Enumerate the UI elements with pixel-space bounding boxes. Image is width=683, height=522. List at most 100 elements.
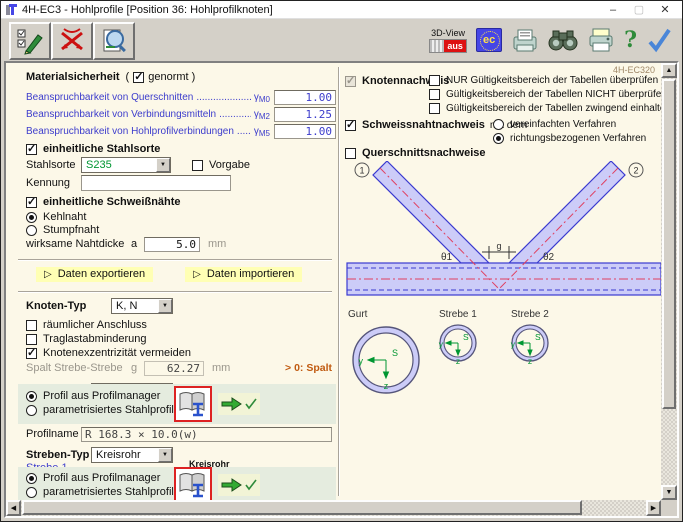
eurocode-icon[interactable]: ec xyxy=(476,28,502,52)
discard-button[interactable] xyxy=(51,22,93,60)
gamma-m2-field[interactable]: 1.25 xyxy=(274,107,336,122)
brace2-shape xyxy=(509,161,625,263)
joint-diagram: g θ1 θ2 1 2 Gurt xyxy=(343,161,661,406)
chevron-down-icon[interactable]: ▼ xyxy=(158,448,172,462)
profilname-row: Profilname R 168.3 × 10.0(w) xyxy=(26,428,332,440)
gamma-m0-label: Beanspruchbarkeit von Querschnitten xyxy=(26,92,193,103)
traglast-label: Traglastabminderung xyxy=(43,333,147,345)
export-button[interactable]: ▷ Daten exportieren xyxy=(36,267,153,282)
view3d-state: aus xyxy=(444,40,466,52)
raeumlich-row: räumlicher Anschluss xyxy=(26,319,147,331)
strebe-parametrisiert-label: parametrisiertes Stahlprofil xyxy=(43,486,174,498)
close-button[interactable]: ✕ xyxy=(652,2,678,18)
traglast-checkbox[interactable] xyxy=(26,334,37,345)
stahlsorte-dropdown[interactable]: S235 ▼ xyxy=(81,157,171,173)
gurt-axis-y: y xyxy=(359,356,364,366)
scroll-left-button[interactable]: ◀ xyxy=(6,500,21,516)
strebe2-axis-z: z xyxy=(528,356,532,366)
gurt-parametrisiert-radio[interactable] xyxy=(26,405,37,416)
kennung-input[interactable] xyxy=(81,175,231,191)
verfahren2-row: richtungsbezogenen Verfahren xyxy=(493,133,646,144)
vertical-scrollbar[interactable]: ▲ ▼ xyxy=(661,63,677,500)
strebe-parametrisiert-radio[interactable] xyxy=(26,487,37,498)
strebe-manager-row: Profil aus Profilmanager xyxy=(26,472,160,484)
stumpfnaht-radio[interactable] xyxy=(26,225,37,236)
form-panel: 4H-EC320 Materialsicherheit ( genormt ) … xyxy=(6,63,661,500)
import-button[interactable]: ▷ Daten importieren xyxy=(185,267,302,282)
knoten-typ-row: Knoten-Typ K, N ▼ xyxy=(26,300,326,312)
kn-opt2-checkbox[interactable] xyxy=(429,89,440,100)
knoten-typ-dropdown[interactable]: K, N ▼ xyxy=(111,298,173,314)
confirm-check-icon[interactable] xyxy=(646,27,672,53)
kehlnaht-row: Kehlnaht xyxy=(26,211,86,223)
gurt-manager-row: Profil aus Profilmanager xyxy=(26,390,160,402)
chevron-down-icon[interactable]: ▼ xyxy=(156,158,170,172)
schweissnaehte-checkbox[interactable] xyxy=(26,197,37,208)
richtungsbezogen-radio[interactable] xyxy=(493,133,504,144)
gurt-parametrisiert-label: parametrisiertes Stahlprofil xyxy=(43,404,174,416)
schweissnaehte-check-label: einheitliche Schweißnähte xyxy=(43,196,181,208)
kn-opt3-checkbox[interactable] xyxy=(429,103,440,114)
scroll-right-button[interactable]: ▶ xyxy=(646,500,661,516)
genormt-checkbox[interactable] xyxy=(133,72,144,83)
strebe-param-row: parametrisiertes Stahlprofil xyxy=(26,486,174,498)
kn-opt3-label: Gültigkeitsbereich der Tabellen zwingend… xyxy=(446,103,661,114)
nahtdicke-field[interactable]: 5.0 xyxy=(144,237,200,252)
document-magnifier-icon xyxy=(100,27,128,55)
hscroll-thumb[interactable] xyxy=(22,500,582,515)
knotennachweis-checkbox xyxy=(345,76,356,87)
preview-button[interactable] xyxy=(93,22,135,60)
kehlnaht-radio[interactable] xyxy=(26,212,37,223)
vorgabe-checkbox[interactable] xyxy=(192,160,203,171)
querschnitt-row: Querschnittsnachweise xyxy=(345,147,486,159)
vscroll-thumb[interactable] xyxy=(662,79,676,409)
kn-opt2-row: Gültigkeitsbereich der Tabellen NICHT üb… xyxy=(429,89,661,100)
toolbar-right-group: 3D-View aus ec xyxy=(429,27,682,53)
spalt-hint: > 0: Spalt xyxy=(285,362,332,374)
gamma-m0-field[interactable]: 1.00 xyxy=(274,90,336,105)
gamma-m5-field[interactable]: 1.00 xyxy=(274,124,336,139)
spalt-label: Spalt Strebe-Strebe xyxy=(26,362,123,374)
gurt-apply-indicator xyxy=(218,393,260,415)
knoten-typ-label: Knoten-Typ xyxy=(26,300,86,312)
copy-output-icon[interactable] xyxy=(511,27,539,53)
scroll-up-button[interactable]: ▲ xyxy=(661,63,677,78)
help-icon[interactable]: ? xyxy=(624,30,637,50)
node1-label: 1 xyxy=(359,166,364,176)
green-arrow-icon xyxy=(221,397,243,411)
view3d-slider-icon xyxy=(430,40,444,52)
edit-data-button[interactable] xyxy=(9,22,51,60)
dots: ...................................... xyxy=(237,126,251,137)
strebe-profilmanager-button[interactable] xyxy=(174,467,212,500)
chevron-down-icon[interactable]: ▼ xyxy=(158,299,172,313)
gurt-profilmanager-radio[interactable] xyxy=(26,391,37,402)
schweissnachweis-checkbox[interactable] xyxy=(345,120,356,131)
scroll-down-button[interactable]: ▼ xyxy=(661,485,677,500)
binoculars-icon[interactable] xyxy=(548,27,578,53)
strebe2-section-label: Strebe 2 xyxy=(511,309,549,320)
vereinfacht-radio[interactable] xyxy=(493,119,504,130)
theta1-label: θ1 xyxy=(441,252,453,263)
strebe-profilmanager-radio[interactable] xyxy=(26,473,37,484)
stumpfnaht-label: Stumpfnaht xyxy=(43,224,99,236)
horizontal-scrollbar[interactable]: ◀ ▶ xyxy=(6,500,661,516)
gurt-profilmanager-button[interactable] xyxy=(174,386,212,422)
print-icon[interactable] xyxy=(587,27,615,53)
vereinfacht-label: vereinfachten Verfahren xyxy=(510,119,616,130)
stahlsorte-checkbox[interactable] xyxy=(26,144,37,155)
triangle-icon: ▷ xyxy=(193,269,201,280)
maximize-button[interactable]: ▢ xyxy=(626,2,652,18)
raeumlich-checkbox[interactable] xyxy=(26,320,37,331)
exzentrizitaet-checkbox[interactable] xyxy=(26,348,37,359)
stahlsorte-value: S235 xyxy=(86,159,112,171)
divider xyxy=(18,259,332,261)
view3d-toggle[interactable]: 3D-View aus xyxy=(429,28,467,53)
kn-opt1-checkbox[interactable] xyxy=(429,75,440,86)
strebe-typ-dropdown[interactable]: Kreisrohr ▼ xyxy=(91,447,173,463)
view3d-label: 3D-View xyxy=(431,28,465,38)
strebe-typ-row: Streben-Typ Kreisrohr ▼ Kreisrohr xyxy=(26,449,332,461)
minimize-button[interactable]: – xyxy=(600,2,626,18)
querschnitt-checkbox[interactable] xyxy=(345,148,356,159)
title-bar: 4H-EC3 - Hohlprofile [Position 36: Hohlp… xyxy=(1,1,682,19)
strebe1-axis-z: z xyxy=(456,356,460,366)
